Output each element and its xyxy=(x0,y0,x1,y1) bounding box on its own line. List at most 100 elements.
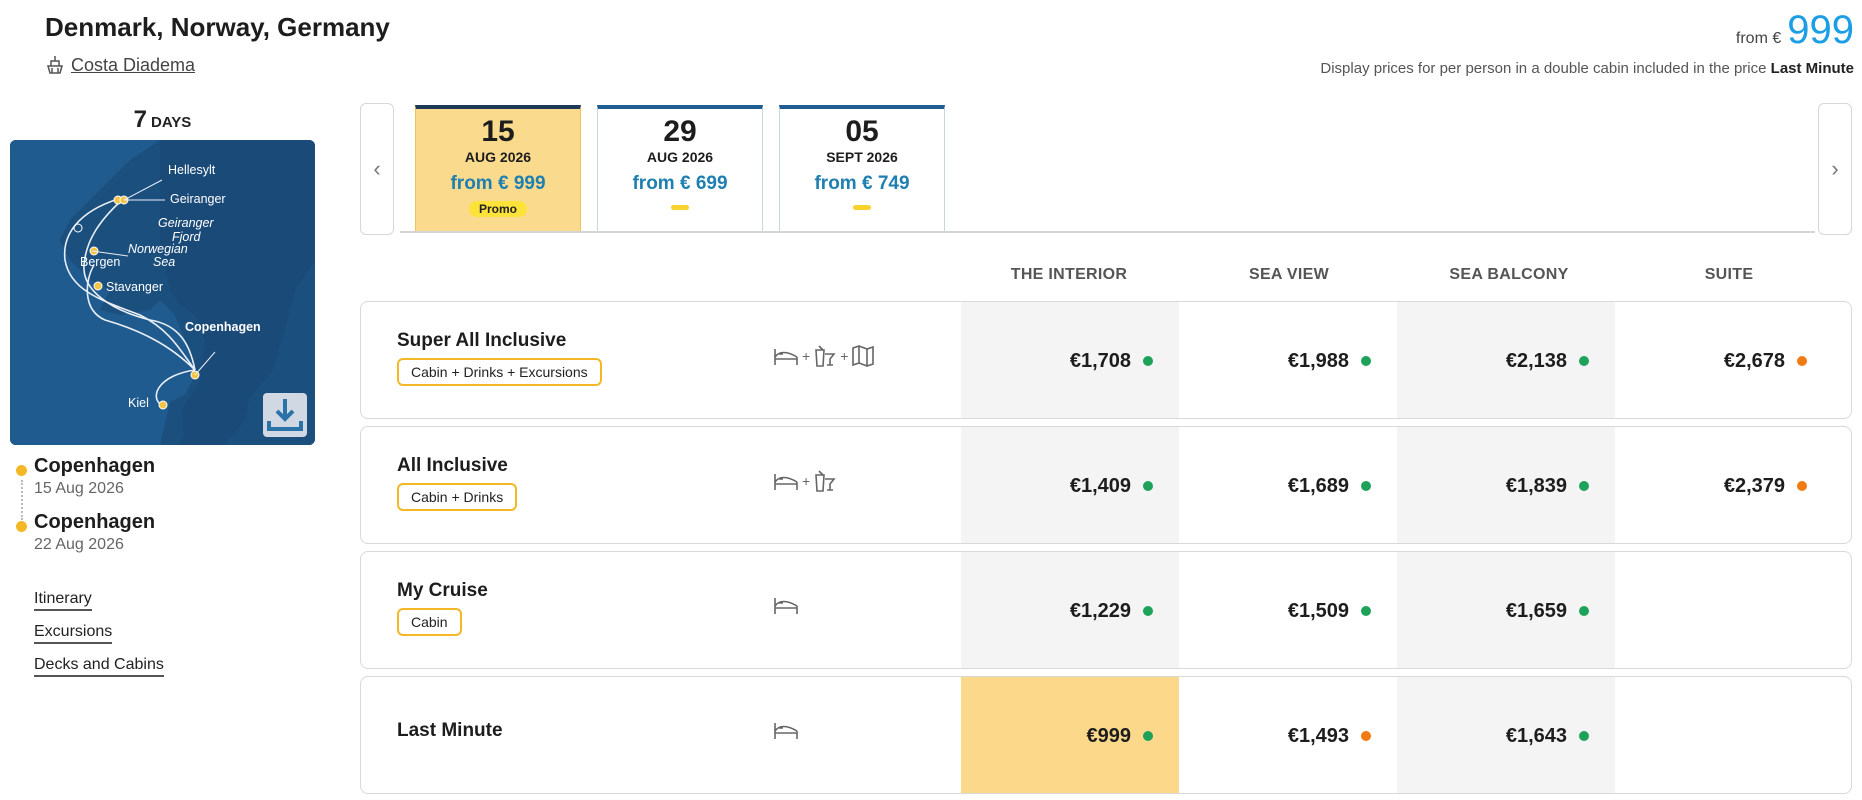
price-value: €1,409 xyxy=(1069,474,1131,497)
date-tabs-divider xyxy=(400,231,1815,233)
column-sea-view: SEA VIEW xyxy=(1248,266,1330,283)
price-value: €1,988 xyxy=(1287,349,1349,372)
availability-dot xyxy=(1143,356,1153,366)
package-name: My Cruise xyxy=(397,580,488,601)
decks-cabins-link[interactable]: Decks and Cabins xyxy=(34,656,164,677)
map-icon xyxy=(852,345,875,367)
availability-dot xyxy=(1143,731,1153,741)
bed-icon xyxy=(774,349,798,365)
package-name: All Inclusive xyxy=(397,455,508,476)
price-disclaimer: Display prices for per person in a doubl… xyxy=(1320,60,1854,77)
map-label-kiel: Kiel xyxy=(128,396,149,410)
drinks-icon xyxy=(815,470,836,492)
next-dates-button[interactable]: › xyxy=(1818,103,1852,235)
map-label-sea-2: Sea xyxy=(153,255,175,269)
availability-dot xyxy=(1143,606,1153,616)
price-cell-selected[interactable]: €999 xyxy=(961,677,1179,793)
price-value: €1,509 xyxy=(1287,599,1349,622)
route-map[interactable]: Hellesylt Geiranger Geiranger Fjord Norw… xyxy=(10,140,315,445)
map-label-fjord-1: Geiranger xyxy=(158,216,214,230)
stop-city: Copenhagen xyxy=(34,511,156,533)
availability-dot xyxy=(1579,731,1589,741)
date-day: 29 xyxy=(663,115,697,148)
price-value: €999 xyxy=(1086,724,1132,747)
price-cell[interactable]: €1,708 xyxy=(961,302,1179,418)
date-price: from € 749 xyxy=(814,173,910,194)
price-cell[interactable]: €1,689 xyxy=(1179,427,1397,543)
itinerary-stops: Copenhagen 15 Aug 2026 Copenhagen 22 Aug… xyxy=(14,455,314,567)
chevron-right-icon: › xyxy=(1831,156,1839,181)
package-row-last-minute: Last Minute €999 €1,493 €1,643 xyxy=(360,676,1852,794)
duration: 7 DAYS xyxy=(10,106,315,134)
package-name: Super All Inclusive xyxy=(397,330,567,351)
stop-date: 15 Aug 2026 xyxy=(34,480,124,497)
price-cell[interactable]: €1,988 xyxy=(1179,302,1397,418)
date-price: from € 999 xyxy=(450,173,546,194)
bed-icon xyxy=(774,598,798,614)
prev-dates-button[interactable]: ‹ xyxy=(360,103,394,235)
price-value: €2,138 xyxy=(1505,349,1567,372)
availability-dot xyxy=(1579,356,1589,366)
date-marker xyxy=(853,205,871,210)
stop-date: 22 Aug 2026 xyxy=(34,536,124,553)
availability-dot xyxy=(1579,481,1589,491)
stop-dot xyxy=(16,465,27,476)
price-cell[interactable]: €1,509 xyxy=(1179,552,1397,668)
map-label-hellesylt: Hellesylt xyxy=(168,163,216,177)
package-row-super-all-inclusive: Super All Inclusive Cabin + Drinks + Exc… xyxy=(360,301,1852,419)
price-cell[interactable]: €1,643 xyxy=(1397,677,1615,793)
package-icons xyxy=(773,594,799,616)
itinerary-link[interactable]: Itinerary xyxy=(34,590,92,611)
header-price: from € 999 xyxy=(1736,8,1854,53)
date-price: from € 699 xyxy=(632,173,728,194)
download-map-button[interactable] xyxy=(263,393,307,437)
package-row-my-cruise: My Cruise Cabin €1,229 €1,509 €1,659 xyxy=(360,551,1852,669)
availability-dot xyxy=(1143,481,1153,491)
plus-icon: + xyxy=(802,348,811,364)
price-cell[interactable]: €1,409 xyxy=(961,427,1179,543)
package-tag: Cabin + Drinks xyxy=(397,483,518,511)
date-tab-05-sept[interactable]: 05 SEPT 2026 from € 749 xyxy=(779,105,945,231)
availability-dot xyxy=(1797,356,1807,366)
page-title: Denmark, Norway, Germany xyxy=(45,12,390,42)
date-month: AUG 2026 xyxy=(464,149,532,165)
ship-name[interactable]: Costa Diadema xyxy=(71,55,195,76)
map-label-geiranger: Geiranger xyxy=(170,192,226,206)
map-label-bergen: Bergen xyxy=(80,255,120,269)
ship-link[interactable]: Costa Diadema xyxy=(45,54,195,76)
from-price: 999 xyxy=(1787,8,1854,52)
excursions-link[interactable]: Excursions xyxy=(34,623,113,644)
download-icon xyxy=(267,399,303,431)
price-cell[interactable]: €1,493 xyxy=(1179,677,1397,793)
plus-icon: + xyxy=(802,473,811,489)
price-cell[interactable]: €1,659 xyxy=(1397,552,1615,668)
price-value: €2,379 xyxy=(1723,474,1785,497)
chevron-left-icon: ‹ xyxy=(373,156,381,181)
date-month: SEPT 2026 xyxy=(826,149,898,165)
availability-dot xyxy=(1579,606,1589,616)
date-day: 15 xyxy=(481,115,515,148)
disclaimer-text: Display prices for per person in a doubl… xyxy=(1320,60,1767,77)
price-value: €1,659 xyxy=(1505,599,1567,622)
package-icons: + xyxy=(773,469,837,493)
from-label: from € xyxy=(1735,30,1782,47)
stop-arrival: Copenhagen 22 Aug 2026 xyxy=(14,511,314,567)
stop-dot xyxy=(16,521,27,532)
price-cell-empty xyxy=(1615,677,1833,793)
bed-icon xyxy=(774,474,798,490)
date-tab-29-aug[interactable]: 29 AUG 2026 from € 699 xyxy=(597,105,763,231)
price-cell[interactable]: €1,229 xyxy=(961,552,1179,668)
price-cell[interactable]: €2,678 xyxy=(1615,302,1833,418)
price-cell[interactable]: €2,138 xyxy=(1397,302,1615,418)
bed-icon xyxy=(774,723,798,739)
date-day: 05 xyxy=(845,115,879,148)
availability-dot xyxy=(1361,356,1371,366)
plus-icon: + xyxy=(840,348,849,364)
availability-dot xyxy=(1361,481,1371,491)
days-unit: DAYS xyxy=(151,114,192,131)
days-number: 7 xyxy=(133,106,148,133)
price-cell[interactable]: €1,839 xyxy=(1397,427,1615,543)
price-value: €1,229 xyxy=(1069,599,1131,622)
date-tab-15-aug[interactable]: 15 AUG 2026 from € 999 Promo xyxy=(415,105,581,231)
price-cell[interactable]: €2,379 xyxy=(1615,427,1833,543)
